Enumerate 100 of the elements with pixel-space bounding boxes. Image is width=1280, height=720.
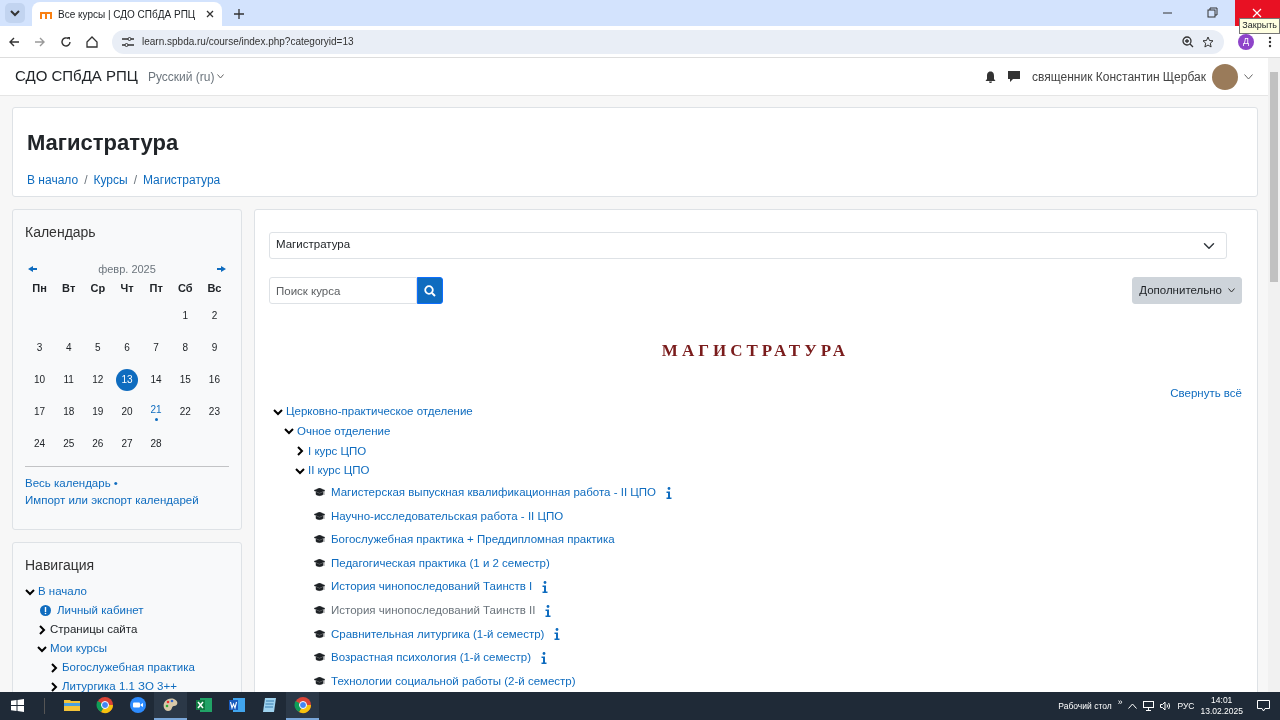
calendar-day[interactable]: 20 xyxy=(121,406,133,417)
calendar-day[interactable]: 7 xyxy=(153,342,159,353)
course-link[interactable]: История чинопоследований Таинств II xyxy=(331,602,536,620)
info-icon[interactable] xyxy=(666,486,673,499)
course-link[interactable]: Научно-исследовательская работа - II ЦПО xyxy=(331,507,564,525)
calendar-link[interactable]: Импорт или экспорт календарей xyxy=(25,493,199,506)
course-link[interactable]: Богослужебная практика + Преддипломная практика xyxy=(331,531,615,549)
info-icon[interactable] xyxy=(541,651,547,664)
navigation-link[interactable]: Мои курсы xyxy=(50,639,107,658)
document-icon[interactable] xyxy=(227,696,246,714)
navigation-link[interactable]: В начало xyxy=(38,582,87,601)
search-button[interactable] xyxy=(417,277,443,304)
breadcrumb-link[interactable]: Курсы xyxy=(93,171,128,189)
calendar-day[interactable]: 26 xyxy=(92,438,104,449)
address-bar[interactable]: learn.spbda.ru/course/index.php?categoryid=13 xyxy=(112,29,1224,54)
toolbar-expand-icon[interactable]: » xyxy=(1117,695,1123,709)
chevron-down-icon[interactable] xyxy=(295,466,305,477)
forward-icon[interactable] xyxy=(34,35,46,48)
browser-tab[interactable]: Все курсы | СДО СПбДА РПЦ xyxy=(32,2,222,26)
notepad-icon[interactable] xyxy=(260,696,279,714)
info-icon[interactable] xyxy=(545,604,552,617)
course-link[interactable]: История чинопоследований Таинств I xyxy=(331,578,533,596)
calendar-day[interactable]: 8 xyxy=(182,342,189,353)
back-icon[interactable] xyxy=(8,35,20,48)
calendar-day[interactable]: 14 xyxy=(150,374,162,385)
browser-icon[interactable] xyxy=(293,696,312,714)
palette-icon[interactable] xyxy=(161,696,180,714)
navigation-link[interactable]: Богослужебная практика xyxy=(62,658,195,677)
navigation-link[interactable]: Литургика 1.1 ЗО 3++ xyxy=(62,677,177,692)
course-link[interactable]: Технологии социальной работы (2-й семестр) xyxy=(331,672,576,691)
course-link[interactable]: Сравнительная литургика (1-й семестр) xyxy=(331,625,545,643)
category-link[interactable]: Очное отделение xyxy=(297,422,391,441)
info-icon[interactable] xyxy=(554,628,561,641)
category-link[interactable]: Церковно-практическое отделение xyxy=(286,403,473,421)
calendar-day[interactable]: 16 xyxy=(208,374,220,385)
reload-icon[interactable] xyxy=(60,35,72,48)
site-brand[interactable]: СДО СПбДА РПЦ xyxy=(15,65,138,88)
navigation-link[interactable]: Личный кабинет xyxy=(57,601,144,620)
caret-icon[interactable] xyxy=(1244,73,1253,80)
category-select[interactable]: Магистратура xyxy=(269,232,1227,259)
collapse-all-link[interactable]: Свернуть всё xyxy=(1170,384,1242,402)
breadcrumb-link[interactable]: Магистратура xyxy=(142,171,221,189)
calendar-day[interactable]: 23 xyxy=(208,406,220,417)
bookmark-star-icon[interactable] xyxy=(1202,35,1214,48)
chevron-down-icon[interactable] xyxy=(273,406,283,417)
notification-bell-icon[interactable] xyxy=(985,70,997,83)
input-language[interactable]: РУС xyxy=(1177,699,1195,713)
show-hidden-icons-icon[interactable] xyxy=(1128,703,1138,709)
scrollbar[interactable] xyxy=(1268,58,1280,692)
calendar-day[interactable]: 17 xyxy=(34,406,46,417)
calendar-day[interactable]: 21 xyxy=(150,404,162,415)
course-link[interactable]: Педагогическая практика (1 и 2 семестр) xyxy=(331,554,550,573)
calendar-day[interactable]: 18 xyxy=(63,406,75,417)
calendar-day[interactable]: 10 xyxy=(34,374,46,385)
info-icon[interactable] xyxy=(542,581,549,594)
calendar-link[interactable]: Весь календарь xyxy=(25,476,111,489)
calendar-day[interactable]: 1 xyxy=(182,310,189,321)
zoom-icon[interactable] xyxy=(1182,35,1194,48)
home-icon[interactable] xyxy=(86,35,98,48)
volume-icon[interactable] xyxy=(1160,701,1172,711)
chevron-down-icon[interactable] xyxy=(284,426,294,437)
chevron-down-icon[interactable] xyxy=(37,643,47,654)
start-icon[interactable] xyxy=(10,698,24,712)
category-link[interactable]: II курс ЦПО xyxy=(308,462,370,480)
calendar-day[interactable]: 11 xyxy=(63,374,74,385)
breadcrumb-link[interactable]: В начало xyxy=(27,171,79,189)
more-button[interactable]: Дополнительно xyxy=(1132,277,1242,304)
calendar-day[interactable]: 12 xyxy=(92,374,104,385)
desktop-toolbar-label[interactable]: Рабочий стол xyxy=(1058,699,1112,713)
chevron-right-icon[interactable] xyxy=(49,662,59,673)
category-link[interactable]: I курс ЦПО xyxy=(308,442,367,460)
chevron-right-icon[interactable] xyxy=(37,624,47,635)
calendar-day[interactable]: 3 xyxy=(36,342,43,353)
browser-icon[interactable] xyxy=(95,696,114,714)
chevron-right-icon[interactable] xyxy=(295,446,305,457)
language-menu[interactable]: Русский (ru) xyxy=(147,67,225,86)
chevron-right-icon[interactable] xyxy=(49,681,59,692)
calendar-day[interactable]: 13 xyxy=(116,368,138,391)
spreadsheet-icon[interactable] xyxy=(194,696,213,714)
calendar-day[interactable]: 25 xyxy=(63,438,75,449)
user-name[interactable]: священник Константин Щербак xyxy=(1032,67,1206,86)
site-settings-icon[interactable] xyxy=(122,36,134,47)
calendar-day[interactable]: 4 xyxy=(65,342,72,353)
video-call-icon[interactable] xyxy=(128,696,147,714)
more-menu-icon[interactable] xyxy=(1268,35,1272,48)
navigation-link[interactable]: Страницы сайта xyxy=(50,620,138,639)
calendar-day[interactable]: 9 xyxy=(211,342,218,353)
close-icon[interactable] xyxy=(206,10,214,18)
previous-month-icon[interactable] xyxy=(28,266,37,273)
tab-list-icon[interactable] xyxy=(4,2,26,24)
calendar-day[interactable]: 27 xyxy=(121,438,133,449)
calendar-day[interactable]: 6 xyxy=(124,342,130,353)
calendar-day[interactable]: 5 xyxy=(95,342,101,353)
notifications-icon[interactable] xyxy=(1257,700,1270,712)
messages-icon[interactable] xyxy=(1008,70,1021,83)
network-icon[interactable] xyxy=(1143,701,1155,711)
calendar-day[interactable]: 22 xyxy=(179,406,191,417)
calendar-day[interactable]: 28 xyxy=(150,438,162,449)
course-link[interactable]: Магистерская выпускная квалификационная работа - II ЦПО xyxy=(331,484,657,502)
calendar-day[interactable]: 19 xyxy=(92,406,104,417)
